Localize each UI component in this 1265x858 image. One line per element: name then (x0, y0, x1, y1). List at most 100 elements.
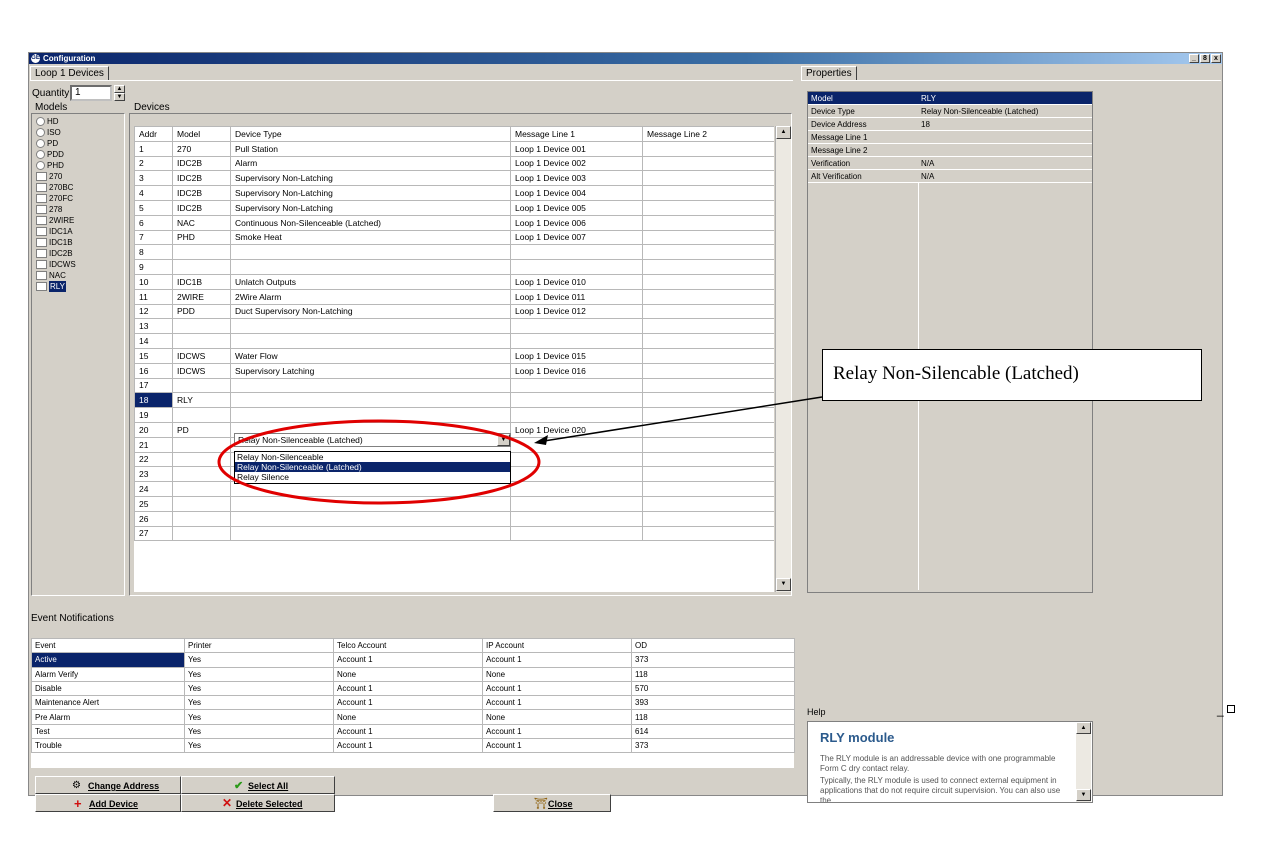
checkbox-icon[interactable] (36, 216, 47, 225)
event-name[interactable]: Trouble (31, 738, 185, 754)
message-line-1[interactable]: Loop 1 Device 010 (510, 273, 643, 290)
device-row[interactable]: 9 (134, 259, 774, 275)
model-checkbox-270[interactable]: 270 (36, 171, 62, 182)
events-col-header[interactable]: IP Account (482, 637, 632, 654)
device-type[interactable]: Supervisory Latching (230, 362, 511, 379)
event-od[interactable]: 118 (631, 709, 795, 725)
device-addr[interactable]: 22 (134, 451, 173, 468)
event-telco-account[interactable]: Account 1 (333, 723, 483, 740)
message-line-2[interactable] (642, 318, 774, 335)
device-row[interactable]: 2 IDC2B Alarm Loop 1 Device 002 (134, 155, 774, 172)
device-type[interactable]: Alarm (230, 155, 511, 172)
event-telco-account[interactable]: Account 1 (333, 652, 483, 668)
devices-col-header[interactable]: Addr (134, 126, 173, 142)
message-line-1[interactable] (510, 510, 643, 527)
select-all-button[interactable]: ✔ Select All (181, 776, 335, 794)
event-row[interactable]: Alarm Verify Yes None None 118 (31, 666, 795, 682)
message-line-2[interactable] (642, 510, 774, 527)
add-device-button[interactable]: + Add Device (35, 794, 181, 812)
devices-col-header[interactable]: Message Line 1 (510, 126, 643, 142)
message-line-1[interactable]: Loop 1 Device 001 (510, 140, 643, 157)
device-model[interactable]: IDCWS (172, 347, 231, 364)
model-checkbox-nac[interactable]: NAC (36, 270, 66, 281)
radio-icon[interactable] (36, 161, 45, 170)
device-model[interactable] (172, 377, 231, 394)
tab-loop-1-devices[interactable]: Loop 1 Devices (30, 66, 109, 81)
event-name[interactable]: Test (31, 723, 185, 740)
message-line-2[interactable] (642, 495, 774, 512)
device-row[interactable]: 10 IDC1B Unlatch Outputs Loop 1 Device 010 (134, 273, 774, 290)
device-model[interactable]: RLY (172, 392, 231, 409)
event-row[interactable]: Test Yes Account 1 Account 1 614 (31, 723, 795, 740)
property-row[interactable]: Verification N/A (808, 156, 1092, 170)
device-addr[interactable]: 20 (134, 421, 173, 438)
maximize-button[interactable]: 8 (1200, 54, 1210, 63)
device-model[interactable] (172, 244, 231, 261)
event-row[interactable]: Trouble Yes Account 1 Account 1 373 (31, 738, 795, 754)
device-type[interactable]: 2Wire Alarm (230, 288, 511, 305)
event-telco-account[interactable]: Account 1 (333, 680, 483, 697)
message-line-1[interactable]: Loop 1 Device 016 (510, 362, 643, 379)
property-row[interactable]: Model RLY (808, 92, 1092, 105)
device-row[interactable]: 14 (134, 333, 774, 349)
model-checkbox-278[interactable]: 278 (36, 204, 62, 215)
minimize-help-icon[interactable]: _ (1217, 703, 1224, 717)
message-line-2[interactable] (642, 303, 774, 320)
device-row[interactable]: 11 2WIRE 2Wire Alarm Loop 1 Device 011 (134, 288, 774, 305)
device-row[interactable]: 4 IDC2B Supervisory Non-Latching Loop 1 Dev… (134, 185, 774, 201)
device-addr[interactable]: 16 (134, 362, 173, 379)
message-line-1[interactable] (510, 318, 643, 335)
checkbox-icon[interactable] (36, 249, 47, 258)
event-telco-account[interactable]: None (333, 666, 483, 682)
radio-icon[interactable] (36, 150, 45, 159)
model-radio-phd[interactable]: PHD (36, 160, 64, 171)
device-model[interactable]: 270 (172, 140, 231, 157)
device-model[interactable]: IDC2B (172, 185, 231, 201)
device-type[interactable] (230, 392, 511, 409)
device-row[interactable]: 5 IDC2B Supervisory Non-Latching Loop 1 Dev… (134, 199, 774, 216)
message-line-1[interactable]: Loop 1 Device 005 (510, 199, 643, 216)
message-line-1[interactable]: Loop 1 Device 007 (510, 229, 643, 246)
message-line-2[interactable] (642, 170, 774, 187)
device-addr[interactable]: 17 (134, 377, 173, 394)
event-printer[interactable]: Yes (184, 695, 334, 711)
device-addr[interactable]: 26 (134, 510, 173, 527)
device-addr[interactable]: 14 (134, 333, 173, 349)
message-line-1[interactable] (510, 525, 643, 542)
property-row[interactable]: Message Line 2 (808, 143, 1092, 157)
message-line-2[interactable] (642, 377, 774, 394)
device-model[interactable]: PDD (172, 303, 231, 320)
event-name[interactable]: Pre Alarm (31, 709, 185, 725)
message-line-1[interactable]: Loop 1 Device 006 (510, 214, 643, 231)
radio-icon[interactable] (36, 139, 45, 148)
message-line-1[interactable]: Loop 1 Device 012 (510, 303, 643, 320)
device-type[interactable]: Water Flow (230, 347, 511, 364)
message-line-2[interactable] (642, 140, 774, 157)
model-radio-pdd[interactable]: PDD (36, 149, 64, 160)
radio-icon[interactable] (36, 128, 45, 137)
devices-scrollbar[interactable]: ▲ ▼ (775, 126, 791, 592)
device-addr[interactable]: 27 (134, 525, 173, 542)
event-row[interactable]: Pre Alarm Yes None None 118 (31, 709, 795, 725)
device-addr[interactable]: 8 (134, 244, 173, 261)
title-bar[interactable]: GE Configuration _ 8 x (29, 53, 1222, 64)
quantity-input[interactable]: 1 (70, 85, 112, 101)
device-type[interactable] (230, 333, 511, 349)
device-addr[interactable]: 25 (134, 495, 173, 512)
device-addr[interactable]: 6 (134, 214, 173, 231)
device-type[interactable] (230, 525, 511, 542)
scroll-down-button[interactable]: ▼ (776, 578, 791, 591)
device-addr[interactable]: 24 (134, 481, 173, 497)
property-value[interactable] (918, 130, 1092, 144)
property-row[interactable]: Message Line 1 (808, 130, 1092, 144)
device-row[interactable]: 12 PDD Duct Supervisory Non-Latching Loop 1… (134, 303, 774, 320)
message-line-2[interactable] (642, 347, 774, 364)
model-checkbox-270fc[interactable]: 270FC (36, 193, 73, 204)
message-line-2[interactable] (642, 229, 774, 246)
message-line-1[interactable]: Loop 1 Device 003 (510, 170, 643, 187)
device-addr[interactable]: 1 (134, 140, 173, 157)
device-type[interactable]: Continuous Non-Silenceable (Latched) (230, 214, 511, 231)
message-line-1[interactable]: Loop 1 Device 004 (510, 185, 643, 201)
device-model[interactable]: IDC2B (172, 155, 231, 172)
event-telco-account[interactable]: None (333, 709, 483, 725)
